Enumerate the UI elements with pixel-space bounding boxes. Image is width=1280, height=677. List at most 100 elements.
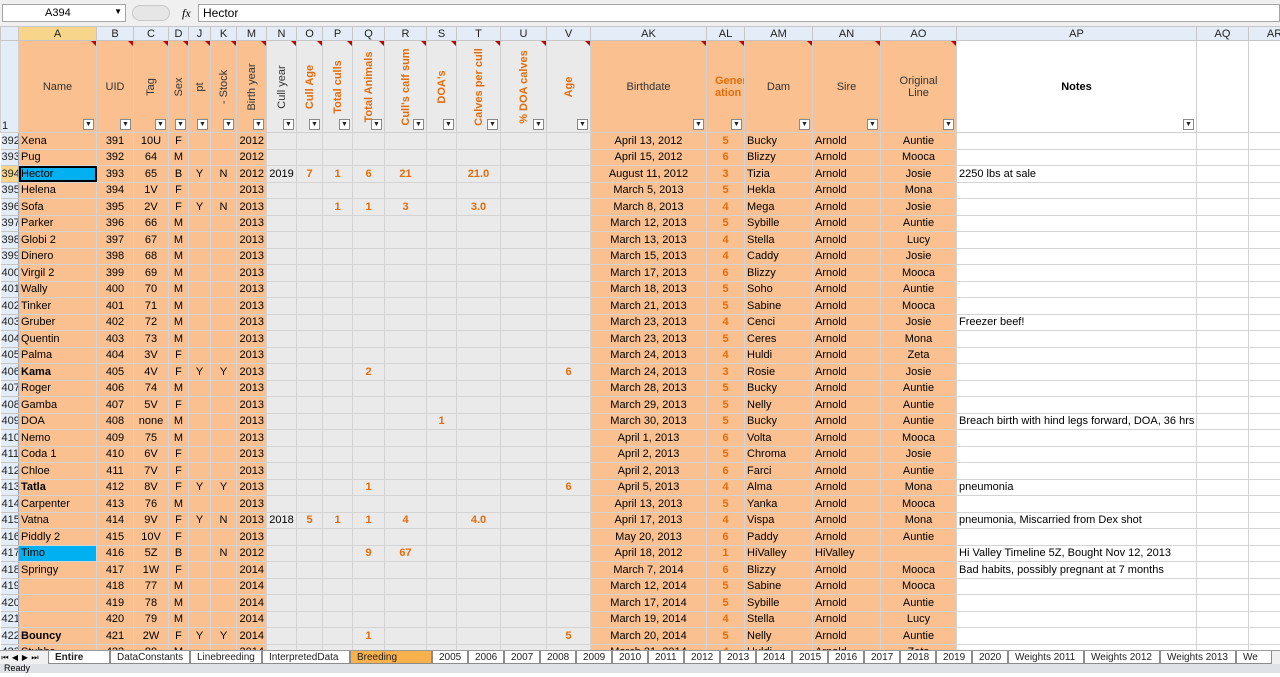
filter-dropdown-icon[interactable]: ▼ [155, 119, 166, 130]
cell-ar[interactable] [1249, 595, 1280, 612]
cell-t[interactable] [457, 232, 501, 249]
cell-r[interactable] [385, 479, 427, 496]
sheet-tab-2018[interactable]: 2018 [900, 651, 936, 664]
cell-ak[interactable]: March 12, 2014 [591, 578, 707, 595]
cell-c[interactable]: 77 [134, 578, 169, 595]
column-header-am[interactable]: AM [745, 27, 813, 41]
cell-t[interactable] [457, 215, 501, 232]
cell-q[interactable] [353, 265, 385, 282]
cell-j[interactable] [189, 380, 211, 397]
cell-q[interactable] [353, 314, 385, 331]
cell-ar[interactable] [1249, 149, 1280, 166]
cell-am[interactable]: Nelly [745, 628, 813, 645]
sheet-tab-2006[interactable]: 2006 [468, 651, 504, 664]
cell-k[interactable] [211, 463, 237, 480]
cell-u[interactable] [501, 232, 547, 249]
cell-al[interactable]: 5 [707, 281, 745, 298]
cell-u[interactable] [501, 199, 547, 216]
cell-n[interactable] [267, 430, 297, 447]
row-header[interactable]: 397 [1, 215, 19, 232]
row-header[interactable]: 409 [1, 413, 19, 430]
cell-o[interactable] [297, 413, 323, 430]
cell-m[interactable]: 2014 [237, 611, 267, 628]
cell-an[interactable]: Arnold [813, 149, 881, 166]
cell-am[interactable]: Farci [745, 463, 813, 480]
cell-a[interactable]: Nemo [19, 430, 97, 447]
cell-n[interactable] [267, 545, 297, 562]
cell-d[interactable]: F [169, 199, 189, 216]
cell-b[interactable]: 419 [97, 595, 134, 612]
cell-ar[interactable] [1249, 529, 1280, 546]
cell-n[interactable] [267, 133, 297, 150]
cell-al[interactable]: 5 [707, 182, 745, 199]
cell-b[interactable]: 405 [97, 364, 134, 381]
cell-p[interactable] [323, 496, 353, 513]
cell-aq[interactable] [1197, 199, 1249, 216]
cell-r[interactable] [385, 595, 427, 612]
header-cell-p[interactable]: Total culls▼ [323, 41, 353, 133]
cell-s[interactable] [427, 496, 457, 513]
cell-q[interactable] [353, 232, 385, 249]
cell-q[interactable] [353, 149, 385, 166]
cell-a[interactable]: Bouncy [19, 628, 97, 645]
cell-b[interactable]: 409 [97, 430, 134, 447]
cell-an[interactable]: Arnold [813, 166, 881, 183]
column-header-c[interactable]: C [134, 27, 169, 41]
cell-ar[interactable] [1249, 380, 1280, 397]
cell-ar[interactable] [1249, 545, 1280, 562]
filter-dropdown-icon[interactable]: ▼ [577, 119, 588, 130]
cell-ap[interactable] [957, 463, 1197, 480]
cell-p[interactable] [323, 628, 353, 645]
cell-al[interactable]: 4 [707, 479, 745, 496]
cell-q[interactable] [353, 496, 385, 513]
cell-b[interactable]: 392 [97, 149, 134, 166]
cell-ao[interactable]: Josie [881, 199, 957, 216]
cell-ar[interactable] [1249, 364, 1280, 381]
cell-al[interactable]: 4 [707, 199, 745, 216]
cell-o[interactable] [297, 628, 323, 645]
cell-o[interactable] [297, 248, 323, 265]
cell-u[interactable] [501, 347, 547, 364]
cell-c[interactable]: 1V [134, 182, 169, 199]
filter-dropdown-icon[interactable]: ▼ [175, 119, 186, 130]
cell-an[interactable]: Arnold [813, 463, 881, 480]
cell-m[interactable]: 2013 [237, 413, 267, 430]
cell-an[interactable]: Arnold [813, 529, 881, 546]
row-header[interactable]: 420 [1, 595, 19, 612]
cell-u[interactable] [501, 182, 547, 199]
cell-c[interactable]: 64 [134, 149, 169, 166]
cell-ap[interactable] [957, 496, 1197, 513]
cell-al[interactable]: 6 [707, 430, 745, 447]
cell-am[interactable]: Bucky [745, 413, 813, 430]
cell-u[interactable] [501, 149, 547, 166]
column-header-n[interactable]: N [267, 27, 297, 41]
cell-an[interactable]: Arnold [813, 628, 881, 645]
cell-b[interactable]: 404 [97, 347, 134, 364]
cell-al[interactable]: 5 [707, 397, 745, 414]
sheet-tab-2009[interactable]: 2009 [576, 651, 612, 664]
cell-t[interactable] [457, 182, 501, 199]
cell-m[interactable]: 2013 [237, 248, 267, 265]
cell-j[interactable] [189, 347, 211, 364]
cell-v[interactable] [547, 529, 591, 546]
cell-ar[interactable] [1249, 281, 1280, 298]
cell-c[interactable]: 2W [134, 628, 169, 645]
cell-al[interactable]: 5 [707, 331, 745, 348]
cell-am[interactable]: Huldi [745, 347, 813, 364]
cell-b[interactable]: 414 [97, 512, 134, 529]
cell-o[interactable] [297, 199, 323, 216]
cell-b[interactable]: 420 [97, 611, 134, 628]
cell-k[interactable] [211, 215, 237, 232]
cell-an[interactable]: Arnold [813, 281, 881, 298]
cell-ak[interactable]: March 13, 2013 [591, 232, 707, 249]
cell-m[interactable]: 2013 [237, 331, 267, 348]
cell-r[interactable]: 3 [385, 199, 427, 216]
column-header-ao[interactable]: AO [881, 27, 957, 41]
cell-k[interactable] [211, 331, 237, 348]
cell-b[interactable]: 391 [97, 133, 134, 150]
cell-c[interactable]: 6V [134, 446, 169, 463]
cell-b[interactable]: 411 [97, 463, 134, 480]
cell-ap[interactable]: Bad habits, possibly pregnant at 7 month… [957, 562, 1197, 579]
cell-v[interactable] [547, 380, 591, 397]
cell-am[interactable]: Blizzy [745, 562, 813, 579]
